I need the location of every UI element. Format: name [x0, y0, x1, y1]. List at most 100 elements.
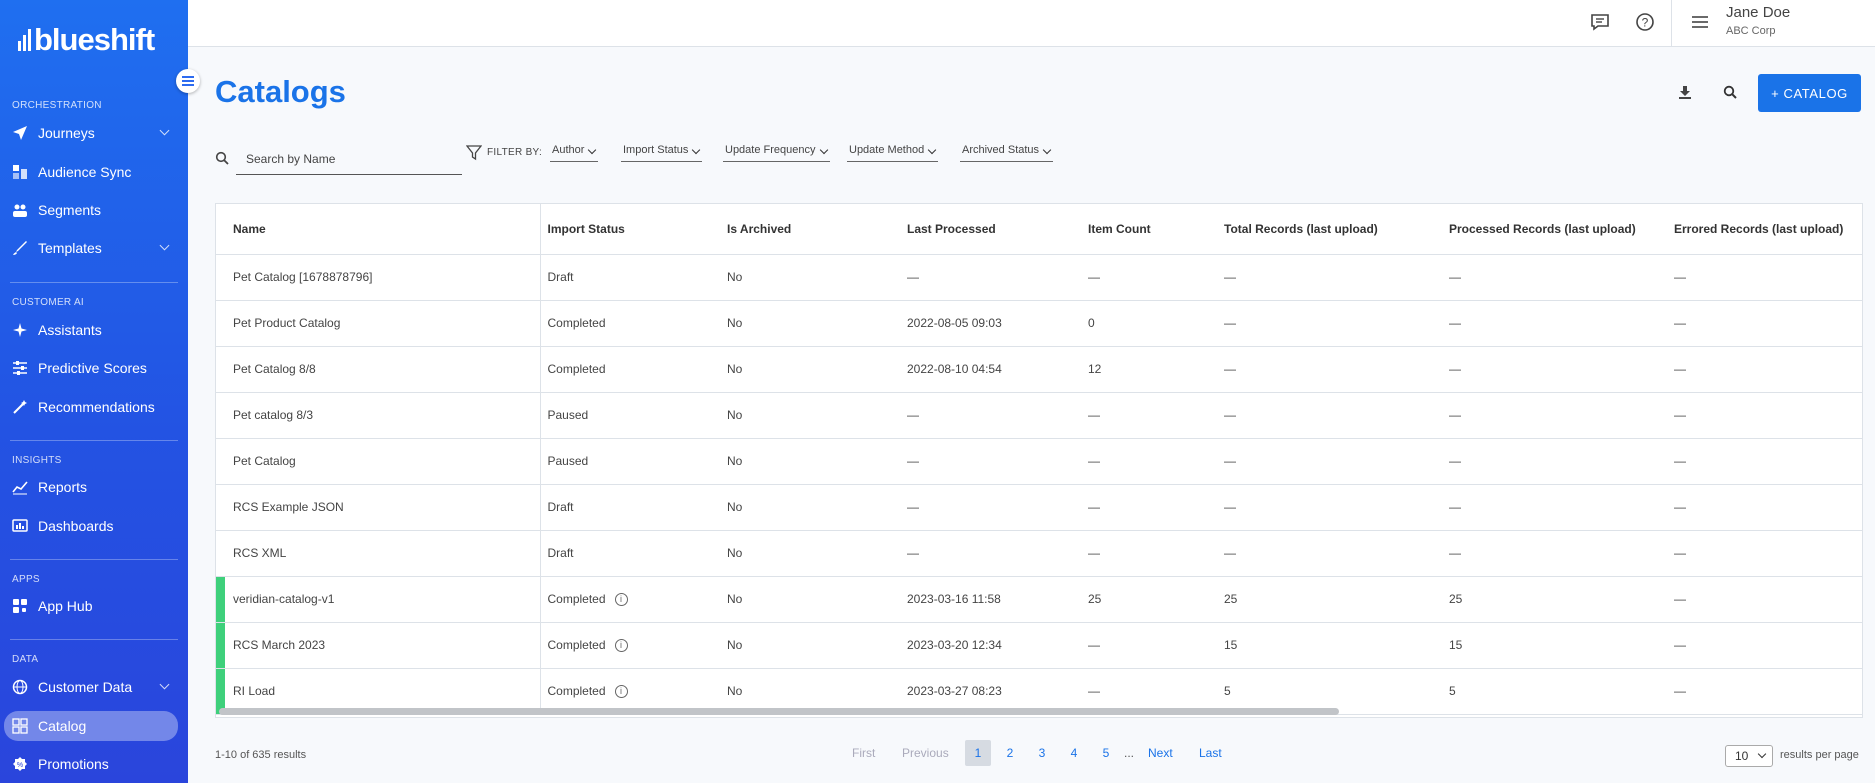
info-icon[interactable]: i: [614, 685, 628, 699]
sidebar-item-segments[interactable]: Segments: [0, 195, 188, 225]
pager-page-5[interactable]: 5: [1101, 740, 1111, 766]
column-header-last-processed[interactable]: Last Processed: [900, 204, 1081, 255]
top-bar: ? Jane Doe ABC Corp: [188, 0, 1875, 47]
sidebar-item-promotions[interactable]: % Promotions: [0, 749, 188, 779]
pager-page-1[interactable]: 1: [965, 740, 991, 766]
sidebar-item-reports[interactable]: Reports: [0, 472, 188, 502]
cell-processed-records: —: [1442, 300, 1667, 347]
cell-text: 0: [1088, 316, 1095, 330]
cell-name[interactable]: RCS XML: [216, 530, 541, 577]
sidebar-item-predictive-scores[interactable]: Predictive Scores: [0, 353, 188, 383]
cell-item-count: —: [1081, 392, 1217, 439]
column-header-import-status[interactable]: Import Status: [540, 204, 720, 255]
cell-name[interactable]: Pet Catalog: [216, 438, 541, 485]
sidebar-item-label: App Hub: [38, 598, 93, 614]
table-row[interactable]: RCS Example JSON Draft No — — — — —: [216, 484, 1862, 531]
pager-page-4[interactable]: 4: [1069, 740, 1079, 766]
cell-text: 25: [1088, 592, 1102, 606]
cell-item-count: —: [1081, 484, 1217, 531]
sidebar-item-app-hub[interactable]: App Hub: [0, 591, 188, 621]
sidebar-item-dashboards[interactable]: Dashboards: [0, 511, 188, 541]
cell-errored-records: —: [1667, 576, 1862, 623]
cell-text: RCS XML: [233, 546, 287, 560]
sparkle-icon: [12, 322, 28, 338]
cell-name[interactable]: Pet Catalog 8/8: [216, 346, 541, 393]
user-name[interactable]: Jane Doe: [1726, 4, 1790, 21]
column-header-is-archived[interactable]: Is Archived: [720, 204, 900, 255]
info-icon[interactable]: i: [614, 639, 628, 653]
cell-name[interactable]: RCS March 2023: [216, 622, 541, 669]
cell-processed-records: —: [1442, 438, 1667, 485]
sidebar-item-label: Catalog: [38, 718, 87, 734]
sidebar-item-label: Predictive Scores: [38, 360, 147, 376]
table-row[interactable]: veridian-catalog-v1 Completed i No 2023-03-1…: [216, 576, 1862, 623]
sidebar-item-audience-sync[interactable]: Audience Sync: [0, 157, 188, 187]
cell-text: —: [1674, 316, 1686, 330]
help-icon[interactable]: ?: [1633, 10, 1657, 34]
cell-total-records: —: [1217, 438, 1442, 485]
pager-page-2[interactable]: 2: [1005, 740, 1015, 766]
search-input[interactable]: [236, 143, 462, 175]
cell-is-archived: No: [720, 438, 900, 485]
column-header-errored-records[interactable]: Errored Records (last upload): [1667, 204, 1862, 255]
filter-author-dropdown[interactable]: Author: [550, 144, 599, 162]
cell-text: —: [1674, 546, 1686, 560]
cell-text: RCS March 2023: [233, 638, 326, 652]
horizontal-scrollbar[interactable]: [219, 708, 1339, 715]
cell-name[interactable]: RCS Example JSON: [216, 484, 541, 531]
column-header-name[interactable]: Name: [216, 204, 541, 255]
filter-archived-status-dropdown[interactable]: Archived Status: [960, 144, 1054, 162]
cell-text: —: [907, 500, 919, 514]
table-row[interactable]: RCS March 2023 Completed i No 2023-03-20 12:…: [216, 622, 1862, 669]
results-per-page-label: results per page: [1780, 749, 1859, 761]
sidebar-item-label: Dashboards: [38, 518, 114, 534]
filter-icon: [465, 145, 483, 161]
info-icon[interactable]: i: [614, 593, 628, 607]
cell-is-archived: No: [720, 484, 900, 531]
results-per-page-select[interactable]: 10: [1725, 745, 1773, 767]
hamburger-menu-icon[interactable]: [1688, 10, 1712, 34]
filter-update-method-dropdown[interactable]: Update Method: [847, 144, 939, 162]
cell-text: Pet Product Catalog: [233, 316, 341, 330]
sidebar-item-label: Templates: [38, 240, 102, 256]
add-catalog-button[interactable]: + CATALOG: [1758, 74, 1861, 112]
cell-text: —: [1224, 362, 1236, 376]
sidebar-item-customer-data[interactable]: Customer Data: [0, 672, 188, 702]
menu-icon: [182, 80, 194, 82]
chat-icon[interactable]: [1588, 10, 1612, 34]
filter-import-status-dropdown[interactable]: Import Status: [621, 144, 703, 162]
pager-page-3[interactable]: 3: [1037, 740, 1047, 766]
cell-name[interactable]: Pet Catalog [1678878796]: [216, 254, 541, 301]
cell-name[interactable]: veridian-catalog-v1: [216, 576, 541, 623]
download-icon[interactable]: [1673, 80, 1697, 104]
sidebar-item-catalog[interactable]: Catalog: [4, 711, 178, 741]
cell-text: —: [1224, 316, 1236, 330]
column-header-item-count[interactable]: Item Count: [1081, 204, 1217, 255]
cell-is-archived: No: [720, 300, 900, 347]
sidebar-item-templates[interactable]: Templates: [0, 233, 188, 263]
pager-last[interactable]: Last: [1199, 740, 1222, 766]
table-row[interactable]: Pet Catalog 8/8 Completed No 2022-08-10 04:…: [216, 346, 1862, 393]
table-row[interactable]: Pet catalog 8/3 Paused No — — — — —: [216, 392, 1862, 439]
cell-name[interactable]: Pet catalog 8/3: [216, 392, 541, 439]
search-icon[interactable]: [1718, 80, 1742, 104]
column-header-total-records[interactable]: Total Records (last upload): [1217, 204, 1442, 255]
table-row[interactable]: RCS XML Draft No — — — — —: [216, 530, 1862, 577]
table-row[interactable]: Pet Catalog [1678878796] Draft No — — — — —: [216, 254, 1862, 301]
cell-text: Completed: [547, 316, 606, 330]
sidebar-item-recommendations[interactable]: Recommendations: [0, 392, 188, 422]
sidebar-item-label: Journeys: [38, 125, 95, 141]
sidebar-collapse-button[interactable]: [176, 69, 200, 93]
cell-text: Pet Catalog [1678878796]: [233, 270, 373, 284]
filter-update-frequency-dropdown[interactable]: Update Frequency: [723, 144, 830, 162]
pager-next[interactable]: Next: [1148, 740, 1173, 766]
blueshift-logo[interactable]: blueshift: [18, 22, 155, 58]
sidebar-item-journeys[interactable]: Journeys: [0, 118, 188, 148]
search-icon: [215, 151, 231, 167]
column-header-processed-records[interactable]: Processed Records (last upload): [1442, 204, 1667, 255]
cell-name[interactable]: Pet Product Catalog: [216, 300, 541, 347]
sidebar-item-assistants[interactable]: Assistants: [0, 315, 188, 345]
table-row[interactable]: Pet Catalog Paused No — — — — —: [216, 438, 1862, 485]
table-row[interactable]: Pet Product Catalog Completed No 2022-08-05…: [216, 300, 1862, 347]
cell-is-archived: No: [720, 622, 900, 669]
